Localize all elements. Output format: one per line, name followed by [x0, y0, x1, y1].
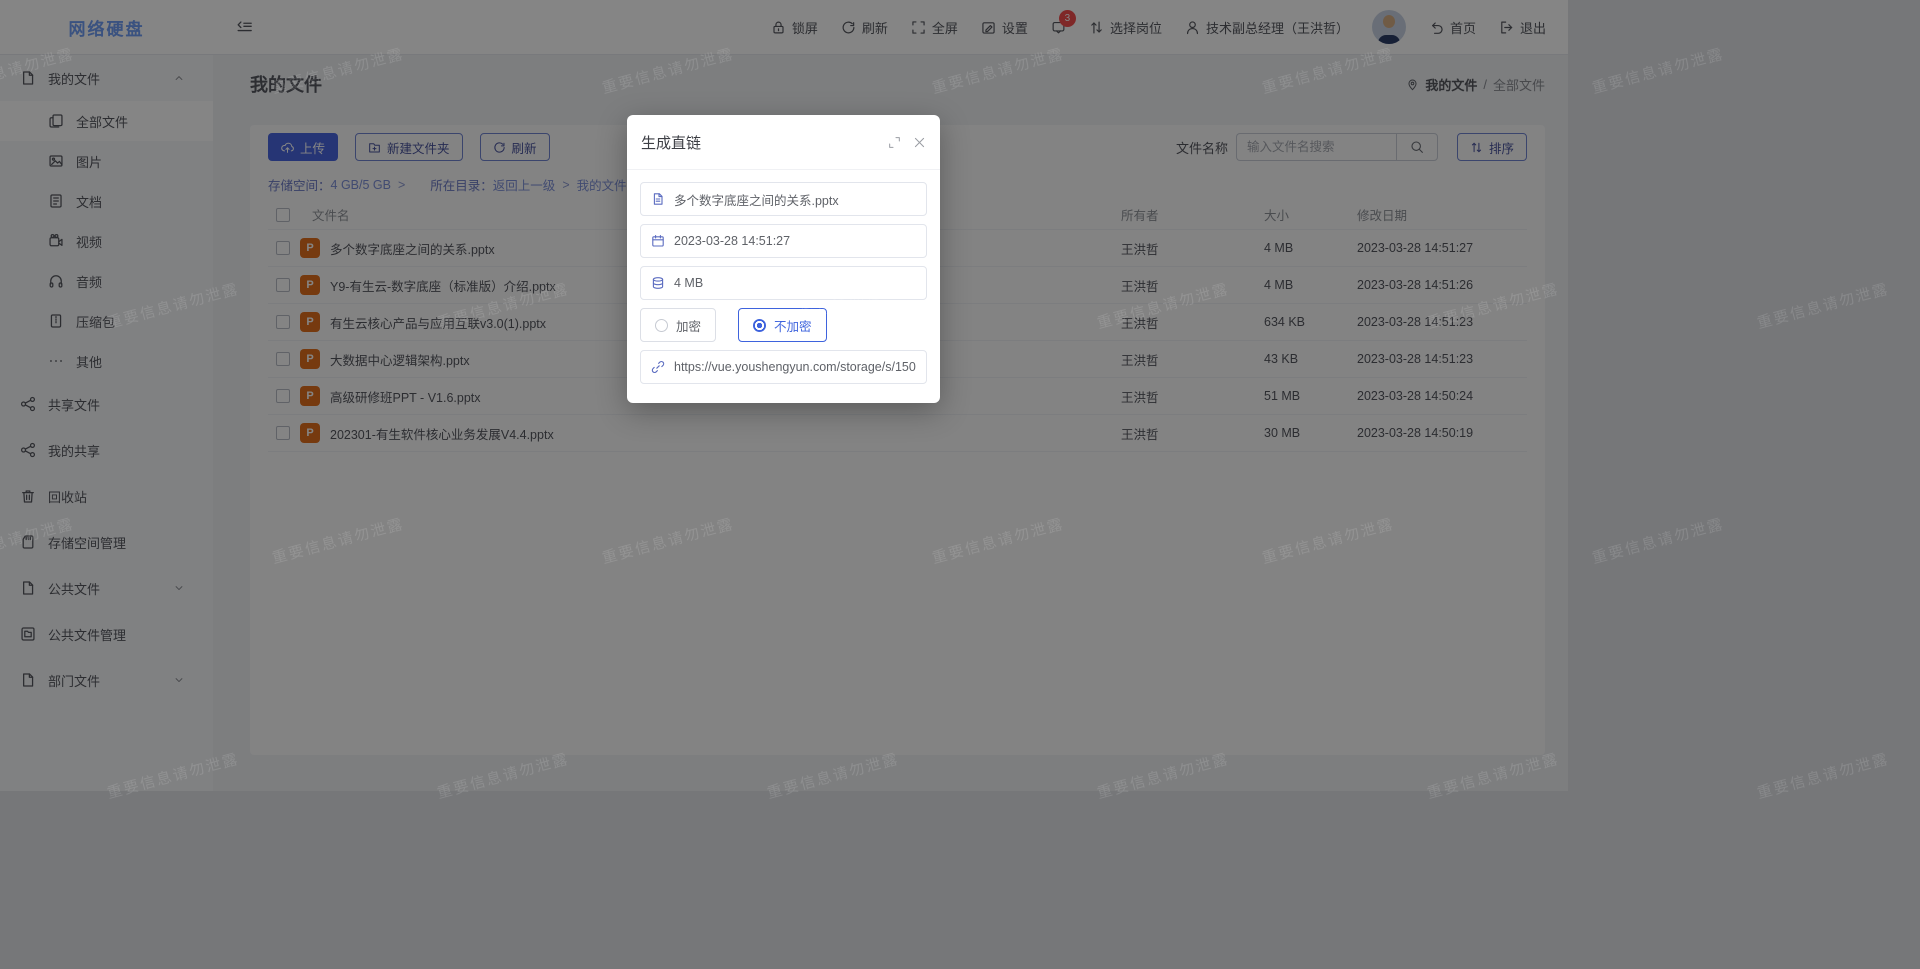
modal-title: 生成直链: [641, 132, 701, 153]
date-field: 2023-03-28 14:51:27: [640, 224, 927, 258]
modal-body: 多个数字底座之间的关系.pptx 2023-03-28 14:51:27 4 MB 加…: [627, 170, 940, 403]
field-value: 4 MB: [674, 276, 703, 290]
field-value: 多个数字底座之间的关系.pptx: [674, 190, 839, 209]
file-icon: [651, 192, 665, 206]
radio-label: 不加密: [774, 316, 812, 335]
radio-encrypt[interactable]: 加密: [640, 308, 716, 342]
database-icon: [651, 276, 665, 290]
field-value: 2023-03-28 14:51:27: [674, 234, 790, 248]
generate-link-modal: 生成直链 多个数字底座之间的关系.pptx 2023-03-28 14:51:27…: [627, 115, 940, 403]
modal-expand-button[interactable]: [888, 136, 901, 149]
expand-icon: [888, 136, 901, 149]
modal-close-button[interactable]: [913, 136, 926, 149]
radio-no-encrypt[interactable]: 不加密: [738, 308, 827, 342]
size-field: 4 MB: [640, 266, 927, 300]
radio-label: 加密: [676, 316, 701, 335]
close-icon: [913, 136, 926, 149]
file-name-field: 多个数字底座之间的关系.pptx: [640, 182, 927, 216]
link-icon: [651, 360, 665, 374]
modal-header: 生成直链: [627, 115, 940, 170]
calendar-icon: [651, 234, 665, 248]
field-value: https://vue.youshengyun.com/storage/s/15…: [674, 360, 916, 374]
modal-overlay: [0, 0, 1920, 969]
encrypt-radio-group: 加密 不加密: [640, 308, 927, 342]
direct-link-field[interactable]: https://vue.youshengyun.com/storage/s/15…: [640, 350, 927, 384]
radio-icon: [655, 319, 668, 332]
radio-icon: [753, 319, 766, 332]
